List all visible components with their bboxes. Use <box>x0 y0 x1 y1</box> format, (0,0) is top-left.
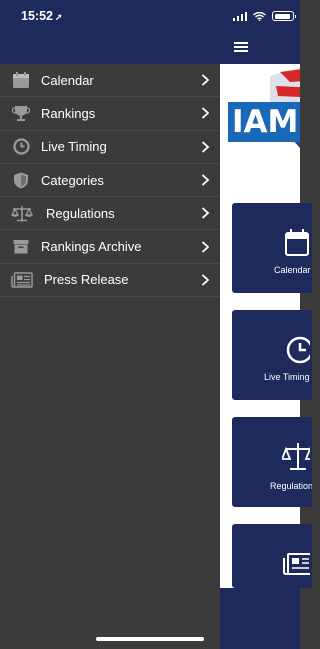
chevron-right-icon <box>201 107 210 120</box>
battery-icon <box>272 11 296 21</box>
wifi-icon <box>253 11 266 21</box>
trophy-icon <box>11 104 31 122</box>
menu-item-label: Live Timing <box>41 139 107 155</box>
menu-item-label: Calendar <box>41 72 94 88</box>
drawer-menu: Calendar Rankings Live Timing Categories <box>0 64 220 298</box>
main-content: IAM Calendar Live Timing Regulations <box>220 0 312 649</box>
newspaper-icon <box>283 553 310 575</box>
scales-icon <box>11 204 33 222</box>
tile-press-release[interactable] <box>232 524 312 588</box>
scales-icon <box>282 443 310 470</box>
tile-label: Calendar <box>274 265 311 275</box>
menu-item-rankings[interactable]: Rankings <box>0 97 220 131</box>
chevron-right-icon <box>201 240 210 253</box>
menu-item-rankings-archive[interactable]: Rankings Archive <box>0 230 220 264</box>
tile-regulations[interactable]: Regulations <box>232 417 312 507</box>
chevron-right-icon <box>201 274 210 286</box>
status-bar: 15:52 ➚ <box>0 0 300 34</box>
menu-item-press-release[interactable]: Press Release <box>0 264 220 298</box>
chevron-right-icon <box>201 174 210 186</box>
chevron-right-icon <box>201 141 210 153</box>
tile-label: Regulations <box>270 481 312 491</box>
menu-item-label: Rankings Archive <box>41 239 142 255</box>
archive-icon <box>11 238 31 256</box>
menu-item-label: Press Release <box>44 272 129 288</box>
status-time-value: 15:52 <box>21 9 53 23</box>
tile-label: Live Timing <box>264 372 310 382</box>
chevron-right-icon <box>201 74 210 86</box>
clock-icon <box>11 138 31 156</box>
bottom-bar <box>220 588 300 649</box>
menu-item-categories[interactable]: Categories <box>0 164 220 198</box>
menu-item-live-timing[interactable]: Live Timing <box>0 131 220 164</box>
logo-text: IAM <box>232 104 299 140</box>
logo: IAM <box>220 64 300 174</box>
calendar-icon <box>285 229 309 256</box>
menu-item-calendar[interactable]: Calendar <box>0 64 220 98</box>
hamburger-menu-icon[interactable] <box>234 42 248 52</box>
status-indicators <box>232 11 296 21</box>
location-icon: ➚ <box>54 12 63 22</box>
tile-live-timing[interactable]: Live Timing <box>232 310 312 400</box>
menu-item-label: Rankings <box>41 105 96 121</box>
calendar-icon <box>11 71 31 89</box>
clock-icon <box>286 336 310 364</box>
menu-item-regulations[interactable]: Regulations <box>0 197 220 231</box>
cellular-signal-icon <box>232 11 247 21</box>
newspaper-icon <box>11 271 33 289</box>
menu-item-label: Categories <box>41 172 104 188</box>
status-time: 15:52 ➚ <box>21 9 63 23</box>
home-indicator[interactable] <box>96 637 204 641</box>
chevron-right-icon <box>201 207 210 219</box>
shield-icon <box>11 171 31 189</box>
menu-item-label: Regulations <box>46 205 115 221</box>
tile-calendar[interactable]: Calendar <box>232 203 312 293</box>
side-drawer: Calendar Rankings Live Timing Categories <box>0 0 220 649</box>
